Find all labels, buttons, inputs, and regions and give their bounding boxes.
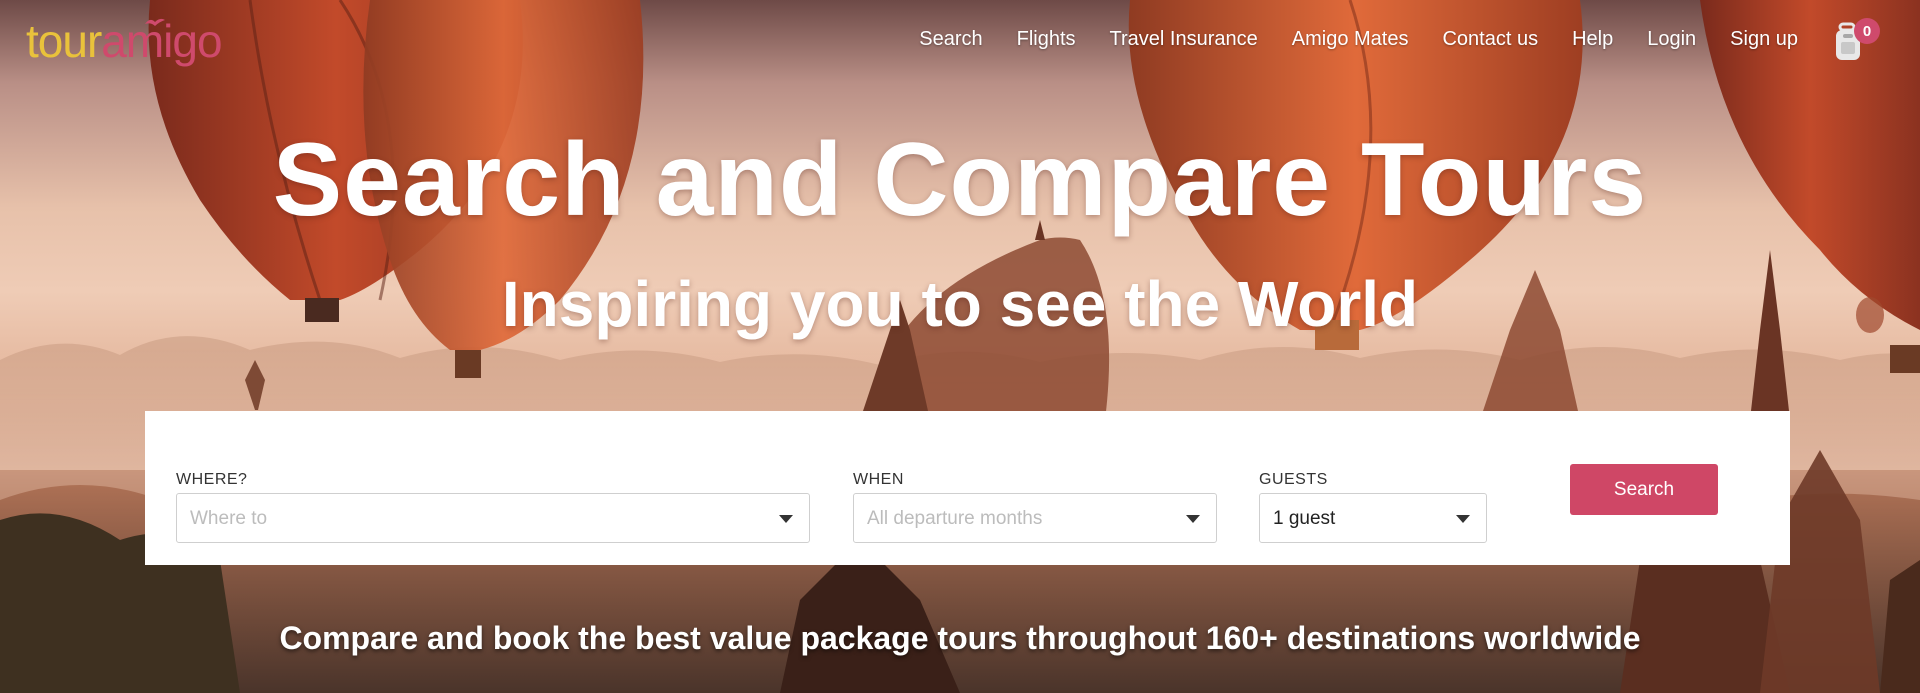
- hero-tagline: Compare and book the best value package …: [279, 620, 1641, 656]
- hero-banner: touramigo Search Flights Travel Insuranc…: [0, 0, 1920, 693]
- when-placeholder: All departure months: [867, 508, 1043, 529]
- logo-part-tour: tour: [26, 15, 102, 67]
- where-placeholder: Where to: [190, 508, 268, 529]
- guests-select[interactable]: 1 guest: [1259, 493, 1487, 543]
- nav-contact-us[interactable]: Contact us: [1442, 28, 1538, 51]
- tour-search-form: WHERE? Where to WHEN All departure month…: [145, 411, 1790, 565]
- when-select[interactable]: All departure months: [853, 493, 1217, 543]
- chevron-down-icon: [779, 515, 793, 523]
- hero-subtitle: Inspiring you to see the World: [501, 268, 1419, 340]
- main-nav: Search Flights Travel Insurance Amigo Ma…: [919, 28, 1798, 51]
- guests-label: GUESTS: [1259, 471, 1328, 488]
- guests-value: 1 guest: [1273, 508, 1336, 529]
- where-label: WHERE?: [176, 471, 248, 488]
- nav-search[interactable]: Search: [919, 28, 982, 51]
- where-select[interactable]: Where to: [176, 493, 810, 543]
- chevron-down-icon: [1456, 515, 1470, 523]
- touramigo-logo[interactable]: touramigo: [26, 14, 223, 68]
- cart-button[interactable]: 0: [1834, 18, 1880, 62]
- nav-sign-up[interactable]: Sign up: [1730, 28, 1798, 51]
- search-button[interactable]: Search: [1570, 464, 1718, 515]
- when-label: WHEN: [853, 471, 904, 488]
- hero-title: Search and Compare Tours: [272, 122, 1648, 238]
- nav-travel-insurance[interactable]: Travel Insurance: [1110, 28, 1258, 51]
- bird-icon: [145, 18, 165, 26]
- nav-help[interactable]: Help: [1572, 28, 1613, 51]
- nav-login[interactable]: Login: [1647, 28, 1696, 51]
- chevron-down-icon: [1186, 515, 1200, 523]
- nav-amigo-mates[interactable]: Amigo Mates: [1292, 28, 1409, 51]
- nav-flights[interactable]: Flights: [1017, 28, 1076, 51]
- hero-background-image: [0, 0, 1920, 693]
- cart-count-badge: 0: [1854, 18, 1880, 44]
